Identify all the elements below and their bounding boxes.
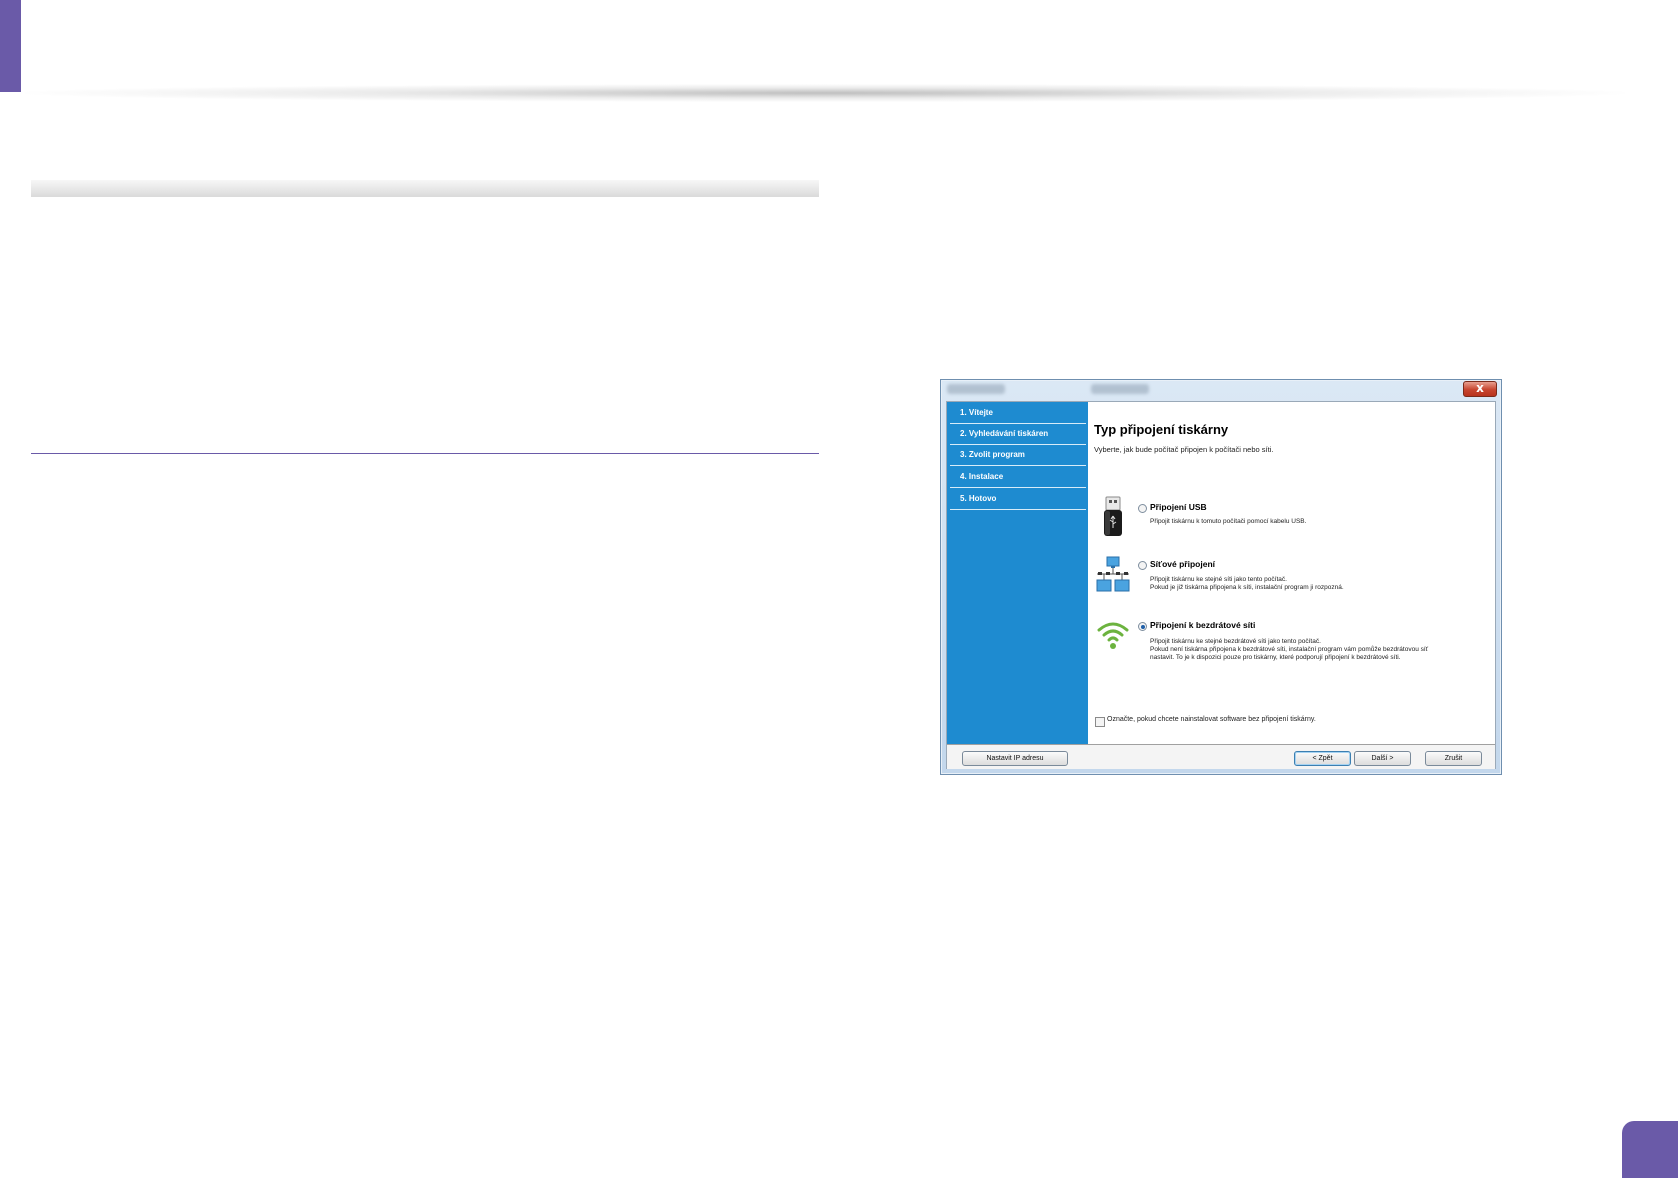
sidebar-item-choose-program: 3. Zvolit program: [950, 445, 1086, 466]
header-divider: [25, 84, 1625, 102]
usb-connection-desc: Připojit tiskárnu k tomuto počítači pomo…: [1150, 518, 1307, 525]
network-icon: [1095, 554, 1131, 598]
network-connection-desc-line-2: Pokud je již tiskárna připojena k síti, …: [1150, 584, 1344, 591]
close-button[interactable]: x: [1463, 381, 1497, 397]
back-button[interactable]: < Zpět: [1294, 751, 1351, 766]
installer-client-area: 1. Vítejte 2. Vyhledávání tiskáren 3. Zv…: [946, 401, 1496, 769]
wireless-connection-label[interactable]: Připojení k bezdrátové síti: [1150, 620, 1255, 630]
usb-icon: [1095, 496, 1131, 540]
page-number-badge: [1622, 1121, 1678, 1178]
section-heading-bar: [31, 180, 819, 197]
sidebar-item-welcome: 1. Vítejte: [950, 403, 1086, 424]
page-title: Typ připojení tiskárny: [1094, 422, 1229, 437]
window-titlebar[interactable]: x: [941, 380, 1501, 400]
wireless-connection-desc-line-3: nastavit. To je k dispozici pouze pro ti…: [1150, 654, 1401, 661]
wireless-connection-radio[interactable]: [1138, 622, 1147, 631]
installer-window: x 1. Vítejte 2. Vyhledávání tiskáren 3. …: [940, 379, 1502, 775]
manual-page: x 1. Vítejte 2. Vyhledávání tiskáren 3. …: [0, 0, 1678, 1178]
usb-connection-radio[interactable]: [1138, 504, 1147, 513]
steps-sidebar: 1. Vítejte 2. Vyhledávání tiskáren 3. Zv…: [947, 402, 1088, 744]
wizard-footer: Nastavit IP adresu < Zpět Další > Zrušit: [947, 744, 1495, 769]
section-divider: [31, 453, 819, 454]
sidebar-item-installation: 4. Instalace: [950, 467, 1086, 488]
network-connection-label[interactable]: Síťové připojení: [1150, 559, 1215, 569]
page-subtitle: Vyberte, jak bude počítač připojen k poč…: [1094, 445, 1274, 454]
connection-type-panel: Typ připojení tiskárny Vyberte, jak bude…: [1088, 402, 1495, 744]
install-without-printer-label[interactable]: Označte, pokud chcete nainstalovat softw…: [1107, 716, 1316, 723]
set-ip-address-button[interactable]: Nastavit IP adresu: [962, 751, 1068, 766]
usb-connection-label[interactable]: Připojení USB: [1150, 502, 1207, 512]
sidebar-item-search-printers: 2. Vyhledávání tiskáren: [950, 424, 1086, 445]
blurred-title: [947, 384, 1005, 394]
blurred-title-secondary: [1091, 384, 1149, 394]
network-connection-radio[interactable]: [1138, 561, 1147, 570]
cancel-button[interactable]: Zrušit: [1425, 751, 1482, 766]
next-button[interactable]: Další >: [1354, 751, 1411, 766]
sidebar-item-done: 5. Hotovo: [950, 489, 1086, 510]
chapter-tab: [0, 0, 21, 92]
wifi-icon: [1095, 616, 1131, 660]
install-without-printer-checkbox[interactable]: [1095, 717, 1105, 727]
